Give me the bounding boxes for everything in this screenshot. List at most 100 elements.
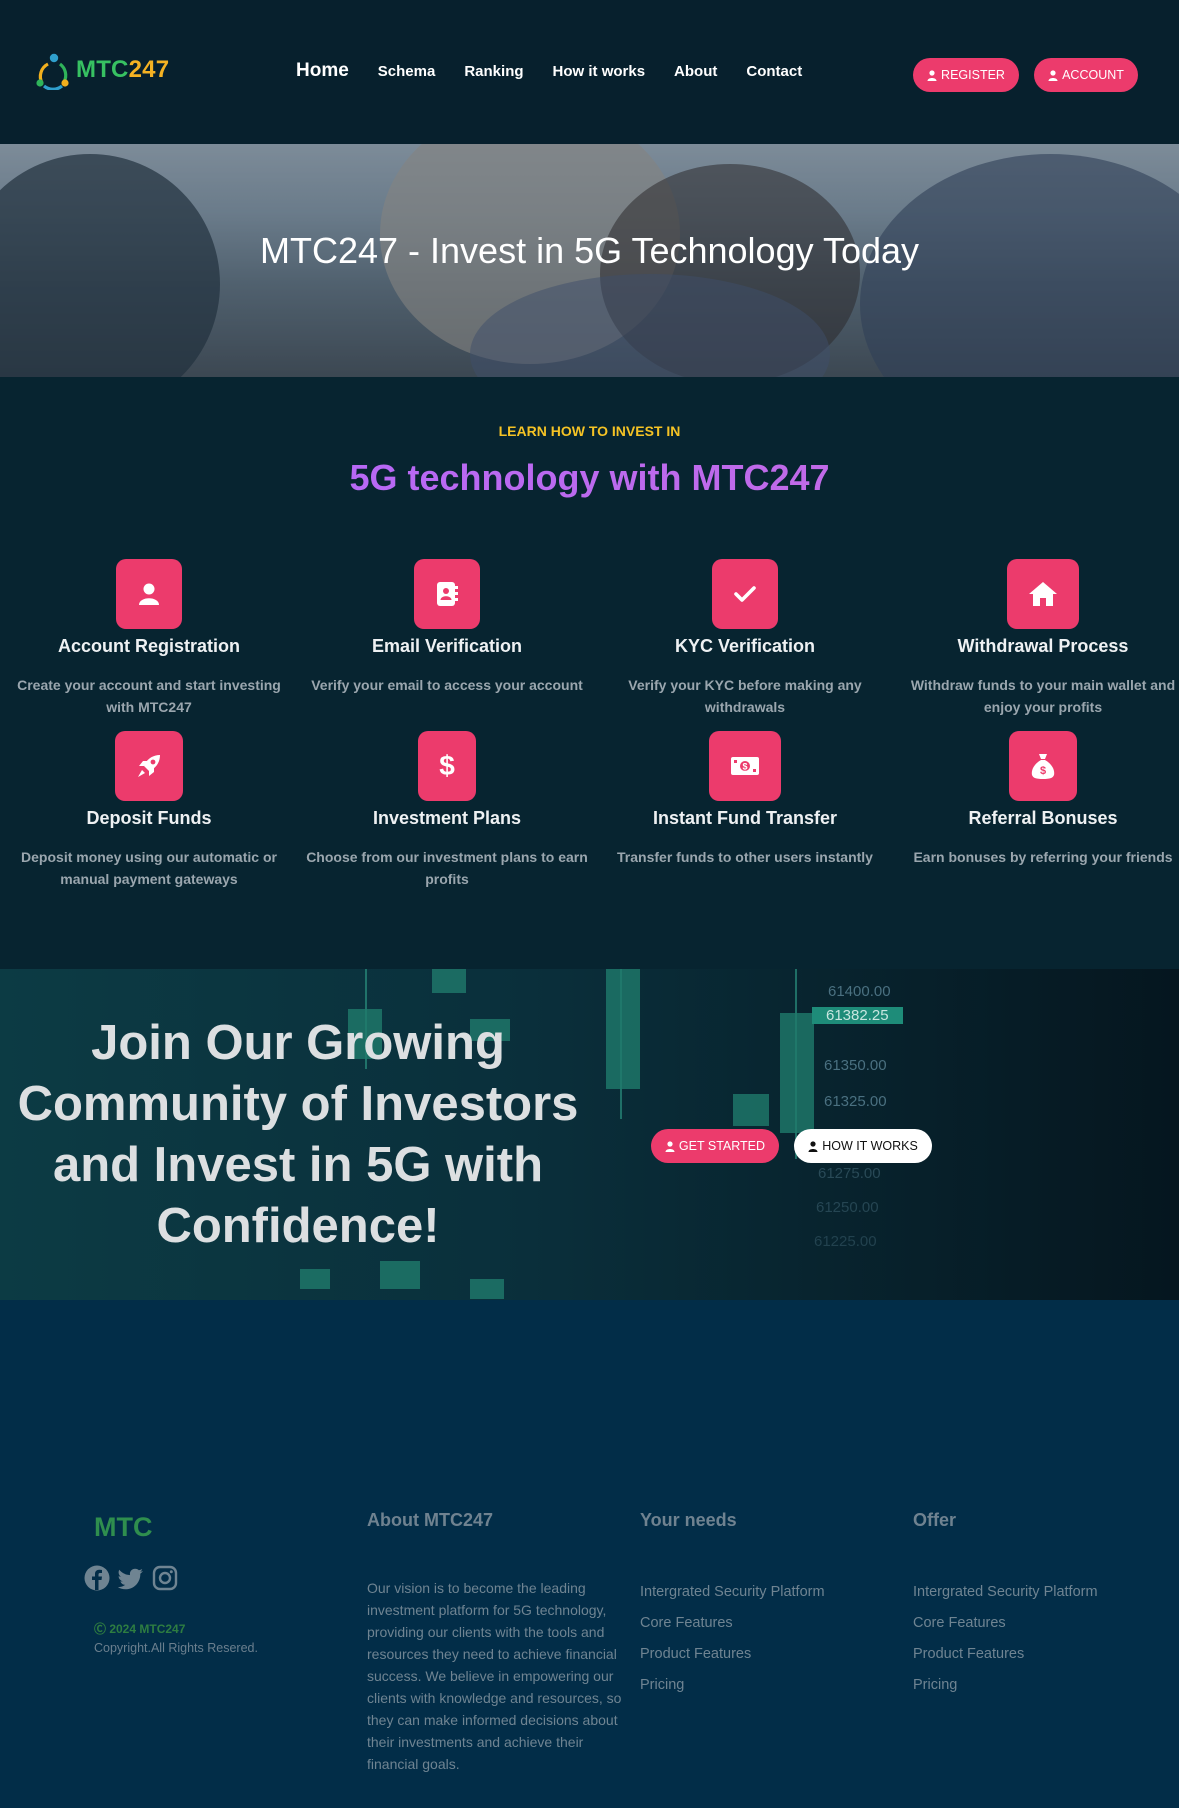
main-nav: Home Schema Ranking How it works About C… xyxy=(296,60,831,82)
register-label: REGISTER xyxy=(941,68,1005,82)
feature-card: Deposit Funds Deposit money using our au… xyxy=(0,731,298,890)
logo-text: MTC247 xyxy=(76,56,170,83)
check-icon xyxy=(712,559,778,629)
price-label: 61350.00 xyxy=(824,1057,887,1074)
footer-copyright: Ⓒ 2024 MTC247 xyxy=(94,1622,186,1636)
hero-banner: MTC247 - Invest in 5G Technology Today xyxy=(0,144,1179,377)
account-button[interactable]: ACCOUNT xyxy=(1034,58,1138,92)
nav-about[interactable]: About xyxy=(674,63,717,80)
chart-decoration xyxy=(380,1261,420,1289)
register-button[interactable]: REGISTER xyxy=(913,58,1019,92)
feature-title: Instant Fund Transfer xyxy=(652,808,838,828)
section-title: 5G technology with MTC247 xyxy=(0,457,1179,499)
feature-card: $ Referral Bonuses Earn bonuses by refer… xyxy=(894,731,1179,868)
feature-text: Create your account and start investing … xyxy=(17,677,281,715)
footer-link[interactable]: Pricing xyxy=(913,1670,1098,1701)
get-started-label: GET STARTED xyxy=(678,1139,766,1153)
user-icon xyxy=(116,559,182,629)
instagram-icon[interactable] xyxy=(152,1565,178,1591)
chart-decoration xyxy=(733,1094,769,1126)
feature-card: KYC Verification Verify your KYC before … xyxy=(596,559,894,718)
dollar-icon: $ xyxy=(418,731,476,801)
get-started-button[interactable]: GET STARTED xyxy=(651,1129,779,1163)
join-title: Join Our Growing Community of Investors … xyxy=(17,1016,579,1253)
chart-decoration xyxy=(432,969,466,993)
facebook-icon[interactable] xyxy=(84,1565,110,1591)
feature-title: Account Registration xyxy=(57,636,240,656)
twitter-icon[interactable] xyxy=(117,1565,144,1591)
footer-offer-list: Intergrated Security Platform Core Featu… xyxy=(913,1577,1098,1701)
footer-about-text: Our vision is to become the leading inve… xyxy=(367,1580,622,1772)
user-icon xyxy=(1048,69,1058,81)
price-label: 61400.00 xyxy=(828,983,891,1000)
feature-text: Verify your KYC before making any withdr… xyxy=(628,677,862,715)
footer-needs-list: Intergrated Security Platform Core Featu… xyxy=(640,1577,825,1701)
feature-title: Deposit Funds xyxy=(86,808,212,828)
feature-title: Email Verification xyxy=(371,636,523,656)
nav-schema[interactable]: Schema xyxy=(378,63,436,80)
feature-card: $ Instant Fund Transfer Transfer funds t… xyxy=(596,731,894,868)
svg-text:$: $ xyxy=(742,762,747,772)
how-it-works-button[interactable]: HOW IT WORKS xyxy=(794,1129,932,1163)
price-label: 61225.00 xyxy=(814,1233,877,1250)
footer-offer-title: Offer xyxy=(913,1510,957,1530)
hero-title: MTC247 - Invest in 5G Technology Today xyxy=(259,230,920,271)
feature-title: Investment Plans xyxy=(372,808,522,828)
section-kicker: LEARN HOW TO INVEST IN xyxy=(498,423,681,439)
footer-about-title: About MTC247 xyxy=(367,1510,493,1530)
footer-link[interactable]: Product Features xyxy=(913,1639,1098,1670)
dollar-glyph: $ xyxy=(439,750,455,781)
money-bag-icon: $ xyxy=(1009,731,1077,801)
nav-contact[interactable]: Contact xyxy=(746,63,802,80)
footer-link[interactable]: Intergrated Security Platform xyxy=(640,1577,825,1608)
footer-link[interactable]: Core Features xyxy=(640,1608,825,1639)
footer-rights: Copyright.All Rights Resered. xyxy=(94,1641,258,1655)
feature-text: Earn bonuses by referring your friends xyxy=(913,849,1173,865)
site-footer: MTC Ⓒ 2024 MTC247 Copyright.All Rights R… xyxy=(0,1300,1179,1808)
nav-ranking[interactable]: Ranking xyxy=(464,63,523,80)
how-it-works-label: HOW IT WORKS xyxy=(822,1139,918,1153)
user-icon xyxy=(808,1140,818,1152)
home-icon xyxy=(1007,559,1079,629)
site-header: MTC247 Home Schema Ranking How it works … xyxy=(0,0,1179,144)
feature-text: Verify your email to access your account xyxy=(311,677,583,693)
footer-needs-title: Your needs xyxy=(640,1510,737,1530)
price-label: 61325.00 xyxy=(824,1093,887,1110)
user-icon xyxy=(927,69,937,81)
join-banner: 61400.00 61382.25 61350.00 61325.00 6127… xyxy=(0,969,1179,1300)
feature-text: Deposit money using our automatic or man… xyxy=(21,849,277,887)
price-label: 61275.00 xyxy=(818,1165,881,1182)
feature-title: Referral Bonuses xyxy=(968,808,1118,828)
footer-link[interactable]: Pricing xyxy=(640,1670,825,1701)
user-icon xyxy=(665,1140,675,1152)
footer-brand: MTC xyxy=(94,1512,153,1542)
how-to-invest-section: LEARN HOW TO INVEST IN 5G technology wit… xyxy=(0,377,1179,969)
chart-decoration xyxy=(300,1269,330,1289)
money-bill-icon: $ xyxy=(709,731,781,801)
chart-decoration xyxy=(780,1013,814,1133)
nav-how-it-works[interactable]: How it works xyxy=(553,63,646,80)
social-links xyxy=(84,1565,178,1591)
account-label: ACCOUNT xyxy=(1062,68,1124,82)
feature-text: Withdraw funds to your main wallet and e… xyxy=(910,677,1176,715)
feature-card: Account Registration Create your account… xyxy=(0,559,298,718)
feature-card: $ Investment Plans Choose from our inves… xyxy=(298,731,596,890)
rocket-icon xyxy=(115,731,183,801)
logo-mark-icon xyxy=(36,53,69,90)
feature-title: Withdrawal Process xyxy=(957,636,1129,656)
feature-text: Transfer funds to other users instantly xyxy=(617,849,873,865)
price-label: 61382.25 xyxy=(812,1007,903,1024)
chart-decoration xyxy=(606,969,640,1089)
logo[interactable]: MTC247 xyxy=(32,50,169,90)
nav-home[interactable]: Home xyxy=(296,60,349,82)
footer-link[interactable]: Core Features xyxy=(913,1608,1098,1639)
chart-decoration xyxy=(470,1279,504,1299)
address-book-icon xyxy=(414,559,480,629)
price-label: 61250.00 xyxy=(816,1199,879,1216)
feature-card: Email Verification Verify your email to … xyxy=(298,559,596,696)
footer-link[interactable]: Product Features xyxy=(640,1639,825,1670)
footer-link[interactable]: Intergrated Security Platform xyxy=(913,1577,1098,1608)
svg-text:$: $ xyxy=(1040,765,1046,777)
feature-card: Withdrawal Process Withdraw funds to you… xyxy=(894,559,1179,718)
feature-text: Choose from our investment plans to earn… xyxy=(306,849,588,887)
